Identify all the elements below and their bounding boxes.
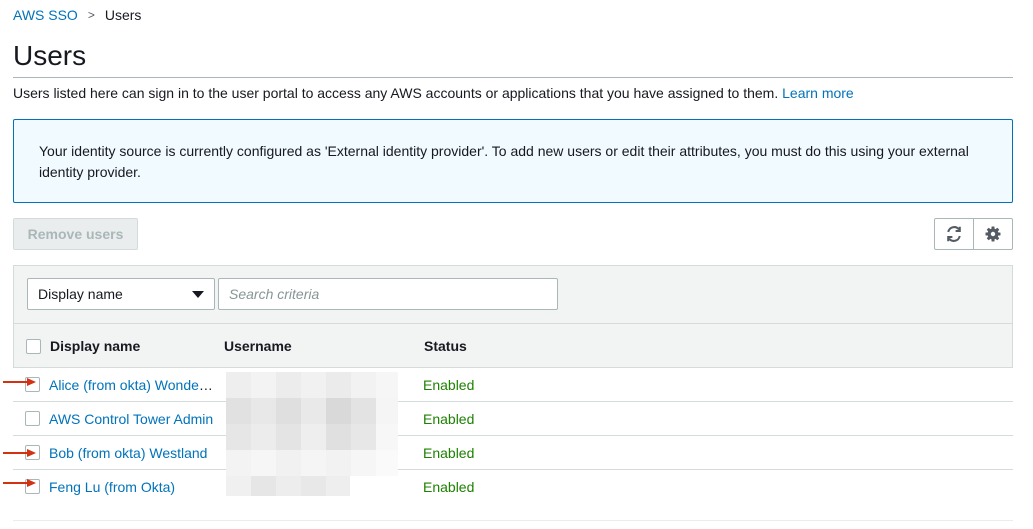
page-title: Users: [13, 40, 87, 71]
table-row[interactable]: Feng Lu (from Okta) Enabled: [13, 469, 1013, 503]
table-row[interactable]: Bob (from okta) Westland Enabled: [13, 435, 1013, 469]
status-cell: Enabled: [423, 478, 475, 495]
column-header-display-name[interactable]: Display name: [50, 338, 224, 354]
filter-property-select[interactable]: Display name: [27, 278, 215, 310]
select-all-cell: [14, 338, 50, 354]
status-cell: Enabled: [423, 410, 475, 427]
page-description: Users listed here can sign in to the use…: [13, 85, 854, 101]
remove-users-button[interactable]: Remove users: [13, 218, 138, 250]
table-bottom-divider: [13, 520, 1013, 521]
annotation-arrow-icon: [3, 378, 36, 386]
user-display-name-link[interactable]: Feng Lu (from Okta): [49, 479, 175, 495]
caret-down-icon: [192, 291, 204, 298]
status-cell: Enabled: [423, 376, 475, 393]
annotation-arrow-icon: [3, 449, 36, 457]
row-select-cell: [13, 411, 49, 426]
users-table-panel: Display name Display name Username Statu…: [13, 265, 1013, 368]
user-display-name-link[interactable]: Bob (from okta) Westland: [49, 445, 207, 461]
username-redaction-mosaic: [226, 372, 398, 496]
table-row[interactable]: Alice (from okta) Wonderland Enabled: [13, 367, 1013, 401]
table-header-row: Display name Username Status: [14, 323, 1012, 368]
title-divider: [13, 77, 1013, 78]
info-alert-text: Your identity source is currently config…: [39, 143, 969, 180]
refresh-button[interactable]: [935, 219, 973, 249]
refresh-icon: [947, 226, 961, 242]
column-header-status[interactable]: Status: [424, 338, 467, 354]
breadcrumb-link-aws-sso[interactable]: AWS SSO: [13, 7, 78, 23]
description-text: Users listed here can sign in to the use…: [13, 85, 779, 101]
learn-more-link[interactable]: Learn more: [782, 85, 854, 101]
table-actions-group: [934, 218, 1013, 250]
breadcrumb-separator-icon: >: [87, 8, 95, 22]
users-table-body: Alice (from okta) Wonderland Enabled AWS…: [13, 367, 1013, 503]
gear-icon: [985, 226, 1001, 242]
table-row[interactable]: AWS Control Tower Admin Enabled: [13, 401, 1013, 435]
breadcrumb: AWS SSO > Users: [13, 6, 141, 24]
status-cell: Enabled: [423, 444, 475, 461]
row-checkbox[interactable]: [24, 411, 40, 426]
settings-button[interactable]: [973, 219, 1012, 249]
filter-property-value: Display name: [38, 286, 123, 302]
annotation-arrow-icon: [3, 479, 36, 487]
select-all-checkbox[interactable]: [25, 338, 41, 354]
identity-source-info-alert: Your identity source is currently config…: [13, 119, 1013, 203]
user-display-name-link[interactable]: AWS Control Tower Admin: [49, 411, 213, 427]
search-input[interactable]: [218, 278, 558, 310]
breadcrumb-current: Users: [104, 7, 142, 23]
column-header-username[interactable]: Username: [224, 338, 424, 354]
user-display-name-link[interactable]: Alice (from okta) Wonderland: [49, 377, 223, 393]
